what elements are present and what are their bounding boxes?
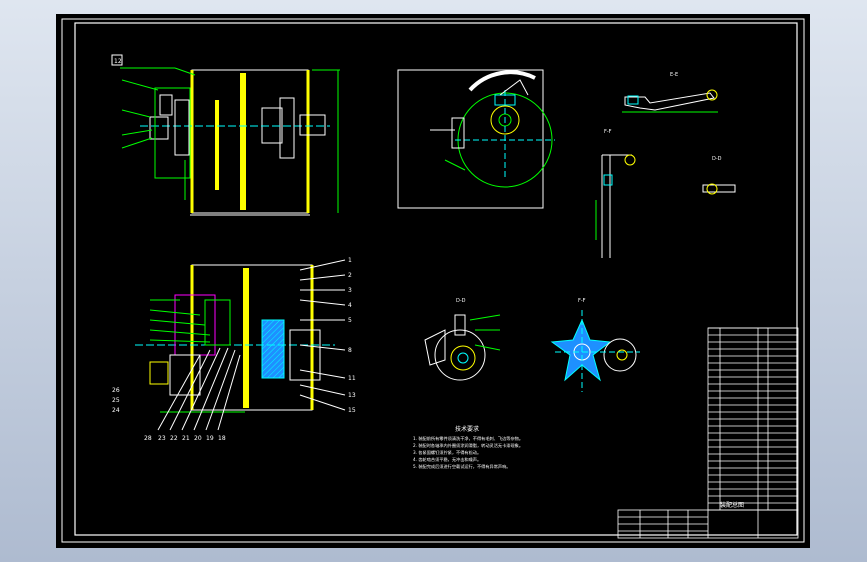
tech-requirement-line: 4. 齿轮啮合须平稳，无冲击和噪声。 (413, 456, 481, 463)
balloon: 22 (170, 435, 178, 442)
section-geneva: F-F (550, 298, 640, 392)
balloon: 1 (348, 257, 352, 264)
balloon: 24 (112, 407, 120, 414)
balloon: 11 (348, 375, 356, 382)
balloon: 18 (218, 435, 226, 442)
balloon: 20 (194, 435, 202, 442)
balloon: 2 (348, 272, 352, 279)
balloon: 19 (206, 435, 214, 442)
section-label: D-D (456, 298, 466, 304)
drawing-canvas: 12 1 2 3 4 5 8 11 13 15 28 23 22 21 20 1… (61, 18, 805, 543)
top-left-view: 12 (111, 54, 340, 216)
balloon: 3 (348, 287, 352, 294)
tech-requirement-line: 2. 装配时各轴承内外圈须涂润滑脂，转动灵活无卡滞现象。 (413, 442, 523, 449)
balloon: 8 (348, 347, 352, 354)
cad-drawing-sheet: 12 1 2 3 4 5 8 11 13 15 28 23 22 21 20 1… (56, 14, 810, 548)
balloon: 25 (112, 397, 120, 404)
svg-text:12: 12 (114, 58, 122, 65)
balloon: 28 (144, 435, 152, 442)
parts-list (707, 327, 799, 511)
balloon-row-bottom: 28 23 22 21 20 19 18 (144, 435, 226, 442)
tech-requirement-line: 5. 装配完成后须进行空载试运行，不得有异常声响。 (413, 463, 510, 470)
bracket-part-view: F-F (595, 129, 636, 258)
svg-text:D-D: D-D (712, 156, 722, 162)
drawing-name: 装配总图 (720, 501, 744, 509)
balloon-column-left: 26 25 24 (112, 387, 120, 414)
balloon: 21 (182, 435, 190, 442)
tech-requirements-title: 技术要求 (455, 425, 479, 433)
small-part-view: D-D (702, 156, 736, 195)
balloon: 4 (348, 302, 352, 309)
tech-requirement-line: 1. 装配前所有零件须清洗干净，不得有毛刺、飞边等杂物。 (413, 435, 523, 442)
section-label: F-F (578, 298, 586, 304)
balloon: 26 (112, 387, 120, 394)
section-d-d: D-D (424, 298, 501, 381)
lever-part-view: E-E (622, 72, 718, 113)
svg-text:F-F: F-F (604, 129, 612, 135)
balloon: 23 (158, 435, 166, 442)
balloon: 15 (348, 407, 356, 414)
disc-view (397, 69, 555, 209)
tech-requirement-line: 3. 各紧固螺钉须拧紧，不得有松动。 (413, 449, 481, 456)
balloon: 5 (348, 317, 352, 324)
technical-requirements: 技术要求 1. 装配前所有零件须清洗干净，不得有毛刺、飞边等杂物。 2. 装配时… (413, 425, 523, 470)
svg-text:E-E: E-E (670, 72, 678, 78)
balloon-column-right: 1 2 3 4 5 8 11 13 15 (348, 257, 356, 414)
bottom-left-section (135, 259, 346, 431)
balloon: 13 (348, 392, 356, 399)
